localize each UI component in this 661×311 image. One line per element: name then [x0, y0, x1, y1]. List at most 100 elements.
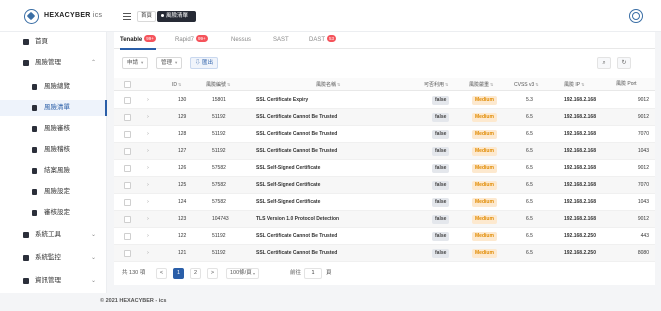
table-row[interactable]: › 124 57582 SSL Self-Signed Certificate 6.5 1…	[114, 194, 655, 211]
sidebar-item-label: 風險設定	[44, 188, 70, 195]
user-avatar-icon[interactable]	[629, 9, 643, 23]
col-risk-ip[interactable]: 風險 IP⇅	[564, 78, 584, 92]
sidebar-item-review-settings[interactable]: 審核設定	[0, 205, 107, 221]
severity-badge: Medium	[472, 130, 497, 139]
top-header: HEXACYBER ics 首頁 風險清單	[0, 0, 661, 32]
col-cvss[interactable]: CVSS v3⇅	[514, 78, 539, 92]
row-checkbox[interactable]	[124, 233, 131, 240]
apply-filter-select[interactable]: 申請 ▾	[122, 57, 149, 69]
app-root: HEXACYBER ics 首頁 風險清單 首頁 風險管理 ⌃ 風險總覽 風險清單…	[0, 0, 661, 311]
sidebar-item-label: 審核設定	[44, 209, 70, 216]
sidebar-item-risk-settings[interactable]: 風險設定	[0, 184, 107, 200]
prev-page-button[interactable]: <	[156, 268, 167, 279]
header-tag-risk-list[interactable]: 風險清單	[157, 11, 196, 22]
document-icon	[32, 105, 37, 111]
table-row[interactable]: › 127 51192 SSL Certificate Cannot Be Trust…	[114, 143, 655, 160]
page-size-select[interactable]: 100條/頁 ▾	[226, 268, 259, 279]
refresh-icon[interactable]: ↻	[617, 57, 631, 69]
table-row[interactable]: › 123 104743 TLS Version 1.0 Protocol Detec…	[114, 211, 655, 228]
cell-risk-name: SSL Self-Signed Certificate	[256, 199, 321, 205]
apply-filter-label: 申請	[127, 60, 139, 66]
row-checkbox[interactable]	[124, 182, 131, 189]
col-risk-name[interactable]: 風險名稱⇅	[316, 78, 340, 92]
cell-id: 127	[178, 148, 187, 154]
tab-label: Rapid7	[175, 37, 195, 43]
row-checkbox[interactable]	[124, 97, 131, 104]
expand-row-icon[interactable]: ›	[147, 194, 149, 211]
expand-row-icon[interactable]: ›	[147, 160, 149, 177]
cell-risk-ip: 192.168.2.168	[564, 165, 596, 171]
tab-sast[interactable]: SAST	[273, 32, 289, 49]
sidebar-item-risk-audit[interactable]: 風險稽核	[0, 142, 107, 158]
manage-filter-select[interactable]: 管理 ▾	[156, 57, 183, 69]
cell-id: 126	[178, 165, 187, 171]
sidebar-item-risk-overview[interactable]: 風險總覽	[0, 79, 107, 95]
cell-cvss: 6.5	[526, 131, 533, 137]
table-row[interactable]: › 121 51192 SSL Certificate Cannot Be Trust…	[114, 245, 655, 262]
severity-badge: Medium	[472, 96, 497, 105]
expand-row-icon[interactable]: ›	[147, 177, 149, 194]
sidebar-item-risk-review[interactable]: 風險審核	[0, 121, 107, 137]
table-row[interactable]: › 129 51192 SSL Certificate Cannot Be Trust…	[114, 109, 655, 126]
table-row[interactable]: › 128 51192 SSL Certificate Cannot Be Trust…	[114, 126, 655, 143]
source-tabs: Tenable 99+ Rapid7 99+ Nessus SAST DAST 53	[114, 32, 655, 50]
header-tag-home[interactable]: 首頁	[137, 11, 157, 22]
cell-cvss: 6.5	[526, 233, 533, 239]
page-1-button[interactable]: 1	[173, 268, 184, 279]
sidebar-item-info-management[interactable]: 資訊管理 ⌄	[0, 273, 107, 289]
col-severity[interactable]: 風險嚴重⇅	[469, 78, 493, 92]
row-checkbox[interactable]	[124, 131, 131, 138]
col-risk-port[interactable]: 風險 Port	[616, 78, 637, 91]
col-risk-code[interactable]: 風險編號⇅	[206, 78, 230, 92]
tab-label: Nessus	[231, 37, 252, 43]
tab-dast[interactable]: DAST 53	[309, 32, 337, 49]
severity-badge: Medium	[472, 232, 497, 241]
expand-row-icon[interactable]: ›	[147, 109, 149, 126]
menu-toggle-icon[interactable]	[123, 13, 131, 20]
sidebar-item-closed-risk[interactable]: 結案風險	[0, 163, 107, 179]
expand-row-icon[interactable]: ›	[147, 126, 149, 143]
cell-risk-code: 57582	[212, 165, 226, 171]
tab-rapid7[interactable]: Rapid7 99+	[175, 32, 208, 49]
export-button[interactable]: ⇩ 匯出	[190, 57, 219, 69]
row-checkbox[interactable]	[124, 114, 131, 121]
table-row[interactable]: › 125 57582 SSL Self-Signed Certificate 6.5 1…	[114, 177, 655, 194]
row-checkbox[interactable]	[124, 165, 131, 172]
export-icon: ⇩	[195, 60, 203, 66]
chevron-up-icon: ⌃	[91, 60, 97, 66]
row-checkbox[interactable]	[124, 199, 131, 206]
page-2-button[interactable]: 2	[190, 268, 201, 279]
sort-icon: ⇅	[490, 82, 494, 87]
cell-risk-port: 9012	[637, 165, 649, 171]
sidebar-item-home[interactable]: 首頁	[0, 34, 107, 50]
goto-page-input[interactable]: 1	[304, 268, 322, 279]
search-icon[interactable]: ⌕	[597, 57, 611, 69]
export-label: 匯出	[202, 60, 214, 66]
row-checkbox[interactable]	[124, 250, 131, 257]
next-page-button[interactable]: >	[207, 268, 218, 279]
row-checkbox[interactable]	[124, 216, 131, 223]
table-row[interactable]: › 122 51192 SSL Certificate Cannot Be Trust…	[114, 228, 655, 245]
tab-tenable[interactable]: Tenable 99+	[120, 32, 156, 50]
expand-row-icon[interactable]: ›	[147, 143, 149, 160]
severity-badge: Medium	[472, 113, 497, 122]
cell-risk-port: 8080	[637, 250, 649, 256]
sidebar-item-system-tools[interactable]: 系統工具 ⌄	[0, 227, 107, 243]
expand-row-icon[interactable]: ›	[147, 211, 149, 228]
col-id[interactable]: ID⇅	[172, 78, 181, 92]
table-row[interactable]: › 130 15801 SSL Certificate Expiry 5.3 192.16…	[114, 92, 655, 109]
sidebar-item-risk-list[interactable]: 風險清單	[0, 100, 107, 116]
expand-row-icon[interactable]: ›	[147, 228, 149, 245]
tab-nessus[interactable]: Nessus	[231, 32, 251, 49]
row-checkbox[interactable]	[124, 148, 131, 155]
sidebar-item-risk-management[interactable]: 風險管理 ⌃	[0, 55, 107, 71]
select-all-checkbox[interactable]	[124, 81, 131, 88]
expand-row-icon[interactable]: ›	[147, 92, 149, 109]
expand-row-icon[interactable]: ›	[147, 245, 149, 262]
table-row[interactable]: › 126 57582 SSL Self-Signed Certificate 6.5 1…	[114, 160, 655, 177]
risk-icon	[23, 60, 29, 66]
chevron-down-icon: ⌄	[91, 232, 97, 238]
sidebar-item-system-monitor[interactable]: 系統監控 ⌄	[0, 250, 107, 266]
tab-badge: 99+	[196, 35, 208, 42]
col-exploitable[interactable]: 可否利用⇅	[424, 78, 448, 92]
